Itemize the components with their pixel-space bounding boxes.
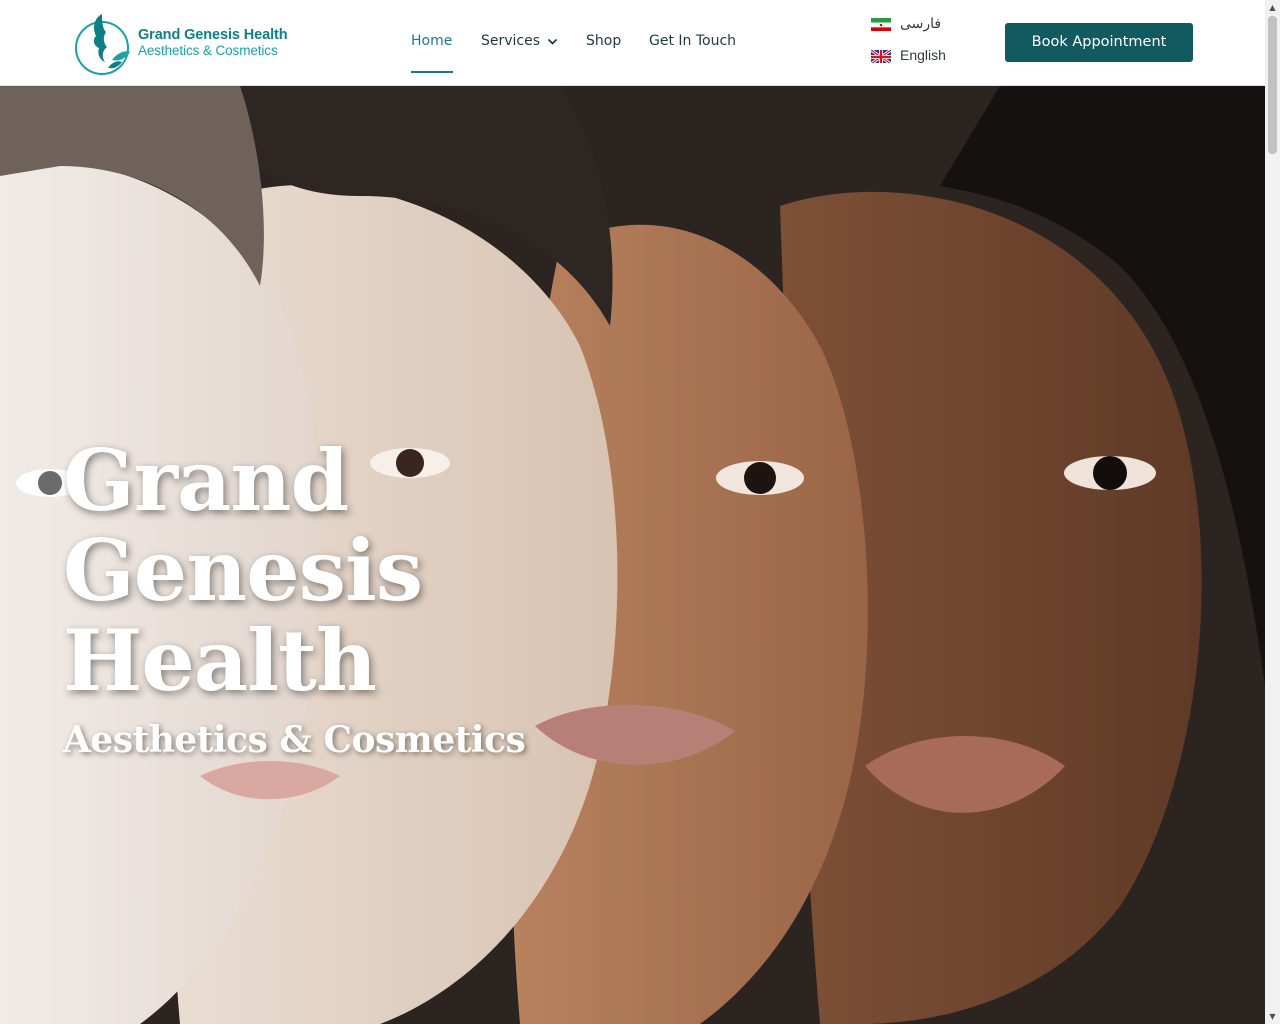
scroll-up-arrow-icon[interactable]: ▲ <box>1265 0 1280 15</box>
chevron-down-icon[interactable] <box>547 38 558 46</box>
nav-get-in-touch[interactable]: Get In Touch <box>649 33 736 49</box>
nav-shop[interactable]: Shop <box>586 33 621 49</box>
hero-section: Grand Genesis Health Aesthetics & Cosmet… <box>0 86 1265 1024</box>
nav-active-underline <box>411 71 453 73</box>
hero-title-line: Health <box>63 611 377 710</box>
scrollbar-thumb[interactable] <box>1268 16 1277 154</box>
uk-flag-icon <box>871 49 891 63</box>
logo-title: Grand Genesis Health <box>138 27 288 43</box>
scroll-down-arrow-icon[interactable]: ▼ <box>1265 1009 1280 1024</box>
face-leaf-logo-icon <box>75 14 130 75</box>
hero-title: Grand Genesis Health <box>63 436 663 706</box>
hero-title-line: Grand <box>63 431 349 530</box>
hero-title-line: Genesis <box>63 521 423 620</box>
hero-subtitle: Aesthetics & Cosmetics <box>63 719 526 761</box>
nav-services[interactable]: Services <box>481 33 540 49</box>
nav-home[interactable]: Home <box>411 33 452 49</box>
page-scrollbar[interactable]: ▲ ▼ <box>1265 0 1280 1024</box>
site-header: Grand Genesis Health Aesthetics & Cosmet… <box>0 0 1265 86</box>
book-appointment-button[interactable]: Book Appointment <box>1005 23 1193 62</box>
logo-subtitle: Aesthetics & Cosmetics <box>138 43 278 58</box>
language-label-farsi: فارسی <box>900 15 942 31</box>
iran-flag-icon <box>871 17 891 31</box>
site-logo[interactable]: Grand Genesis Health Aesthetics & Cosmet… <box>72 10 288 76</box>
language-label-english: English <box>900 47 946 63</box>
